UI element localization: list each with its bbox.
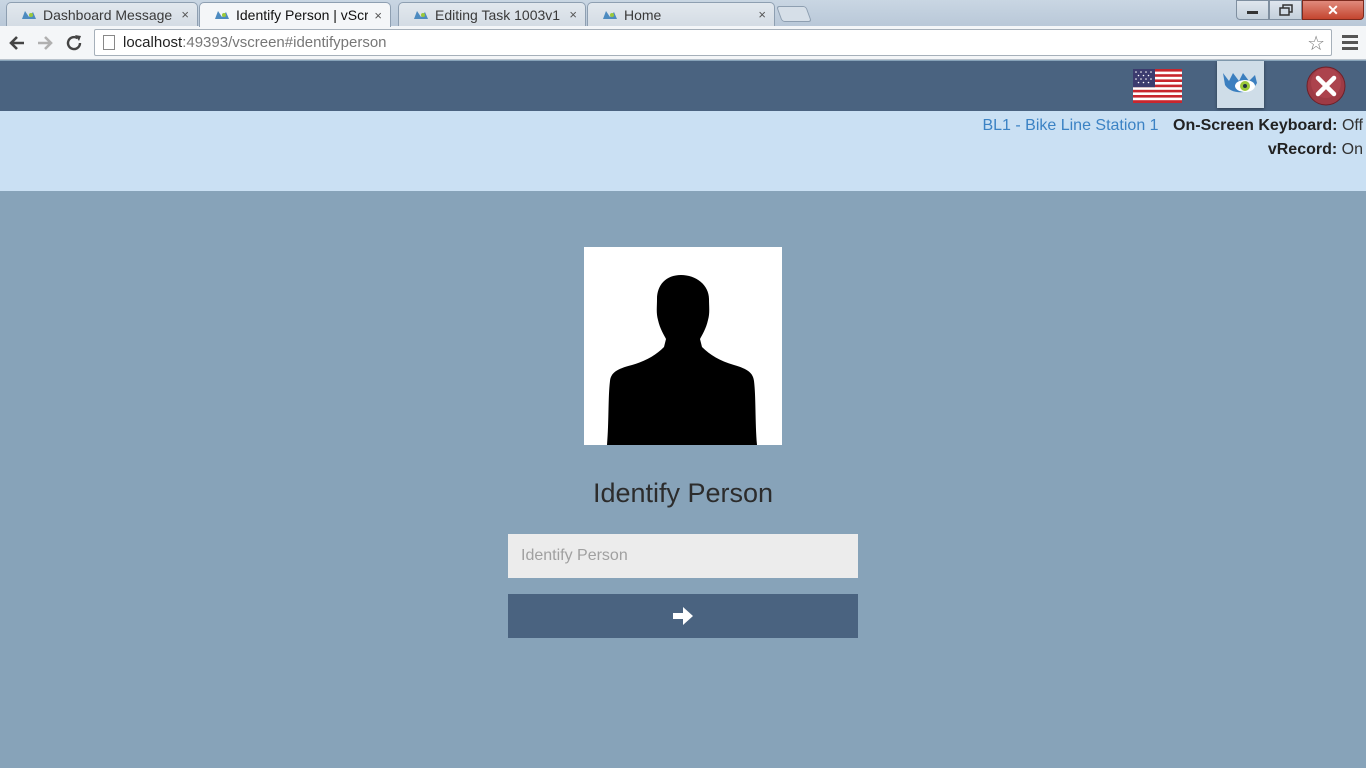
- arrow-right-icon: [673, 607, 693, 625]
- site-favicon-icon: [414, 10, 428, 19]
- new-tab-button[interactable]: [776, 6, 812, 22]
- address-bar[interactable]: localhost:49393/vscreen#identifyperson ☆: [94, 29, 1332, 56]
- site-favicon-icon: [22, 10, 36, 19]
- person-silhouette-icon: [607, 275, 757, 445]
- restore-icon: [1278, 4, 1293, 16]
- window-restore-button[interactable]: [1269, 0, 1302, 20]
- app-header: [0, 61, 1366, 111]
- brand-eye-icon: [1223, 73, 1257, 93]
- forward-button[interactable]: [34, 32, 56, 54]
- back-arrow-icon: [9, 36, 24, 50]
- tab-close-icon[interactable]: ×: [181, 7, 189, 22]
- keyboard-label: On-Screen Keyboard:: [1173, 117, 1338, 134]
- address-path: :49393/vscreen#identifyperson: [182, 34, 387, 51]
- exit-icon: [1306, 66, 1346, 106]
- page-title: Identify Person: [592, 478, 774, 508]
- tab-label: Dashboard Message: [43, 6, 173, 23]
- browser-menu-icon[interactable]: [1340, 33, 1360, 53]
- browser-tab-strip: Dashboard Message × Editing Task 1003v1 …: [0, 0, 1366, 27]
- tab-label: Identify Person | vScr: [236, 7, 369, 23]
- tab-dashboard-message[interactable]: Dashboard Message ×: [6, 2, 198, 26]
- reload-button[interactable]: [63, 32, 85, 54]
- window-minimize-button[interactable]: [1236, 0, 1269, 20]
- reload-icon: [66, 35, 82, 51]
- close-icon: ✕: [1327, 1, 1339, 18]
- tab-close-icon[interactable]: ×: [374, 8, 382, 23]
- station-link[interactable]: BL1 - Bike Line Station 1: [982, 117, 1158, 134]
- tab-label: Home: [624, 6, 662, 23]
- browser-toolbar: localhost:49393/vscreen#identifyperson ☆: [0, 26, 1366, 60]
- vrecord-line: vRecord: On: [1268, 141, 1363, 159]
- exit-button[interactable]: [1306, 66, 1346, 106]
- tab-close-icon[interactable]: ×: [569, 7, 577, 22]
- identify-person-input[interactable]: [508, 534, 858, 578]
- bookmark-star-icon[interactable]: ☆: [1307, 31, 1325, 56]
- back-button[interactable]: [6, 32, 28, 54]
- status-info-bar: BL1 - Bike Line Station 1 On-Screen Keyb…: [0, 111, 1366, 191]
- vrecord-label: vRecord:: [1267, 141, 1338, 158]
- site-favicon-icon: [603, 10, 617, 19]
- minimize-icon: [1246, 11, 1258, 14]
- window-close-button[interactable]: ✕: [1302, 0, 1364, 20]
- us-flag-icon[interactable]: [1133, 69, 1182, 103]
- site-favicon-icon: [215, 11, 229, 19]
- page-icon: [103, 35, 115, 50]
- person-photo-placeholder: [584, 247, 782, 445]
- tab-editing-task[interactable]: Editing Task 1003v1 ×: [398, 2, 586, 26]
- brand-menu-button[interactable]: [1217, 61, 1264, 108]
- keyboard-value[interactable]: Off: [1342, 117, 1363, 134]
- tab-close-icon[interactable]: ×: [758, 7, 766, 22]
- address-host: localhost: [123, 34, 183, 51]
- forward-arrow-icon: [38, 36, 53, 50]
- tab-identify-person[interactable]: Identify Person | vScr ×: [199, 2, 391, 27]
- tab-label: Editing Task 1003v1: [435, 6, 561, 23]
- tab-home[interactable]: Home ×: [587, 2, 775, 26]
- vrecord-value: On: [1341, 141, 1363, 158]
- station-keyboard-line: BL1 - Bike Line Station 1 On-Screen Keyb…: [982, 117, 1363, 135]
- submit-button[interactable]: [508, 594, 858, 638]
